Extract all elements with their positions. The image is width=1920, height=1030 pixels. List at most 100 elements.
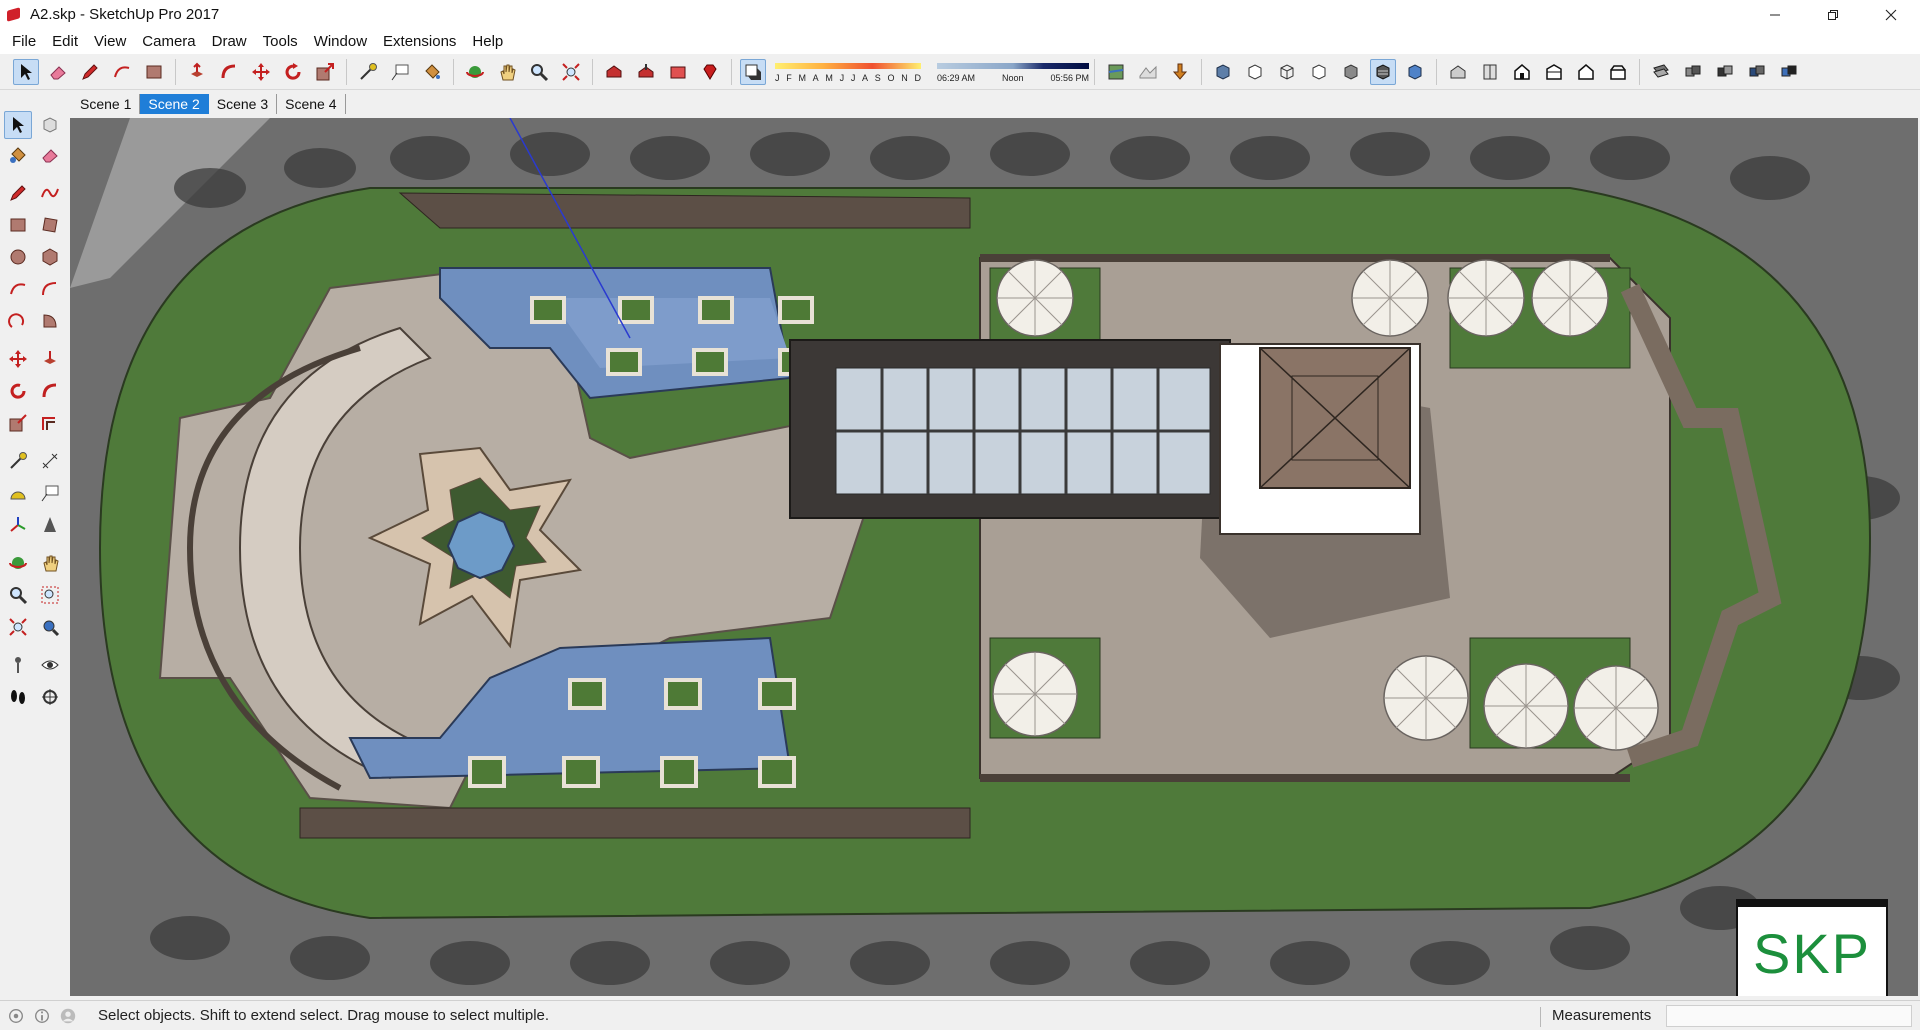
left-offset-button[interactable] (36, 409, 64, 437)
section-plane-button[interactable] (1648, 59, 1674, 85)
view-iso-button[interactable] (1445, 59, 1471, 85)
scene-tab-4[interactable]: Scene 4 (277, 94, 346, 114)
left-eraser-button[interactable] (36, 141, 64, 169)
measurements-input[interactable] (1666, 1005, 1912, 1027)
left-circle-button[interactable] (4, 243, 32, 271)
left-zoom-extents-button[interactable] (4, 613, 32, 641)
line-tool-button[interactable] (77, 59, 103, 85)
menu-edit[interactable]: Edit (44, 29, 86, 54)
left-rotated-rectangle-button[interactable] (36, 211, 64, 239)
style-wireframe-button[interactable] (1274, 59, 1300, 85)
left-select-button[interactable] (4, 111, 32, 139)
left-walk-button[interactable] (4, 683, 32, 711)
menu-draw[interactable]: Draw (204, 29, 255, 54)
menu-tools[interactable]: Tools (255, 29, 306, 54)
view-front-button[interactable] (1509, 59, 1535, 85)
left-rotate-button[interactable] (4, 377, 32, 405)
left-scale-button[interactable] (4, 409, 32, 437)
style-hidden-line-button[interactable] (1306, 59, 1332, 85)
extension-warehouse-button[interactable] (665, 59, 691, 85)
solid-intersect-button[interactable] (1712, 59, 1738, 85)
style-shaded-button[interactable] (1338, 59, 1364, 85)
scene-tab-3[interactable]: Scene 3 (209, 94, 278, 114)
add-location-button[interactable] (1103, 59, 1129, 85)
minimize-button[interactable] (1746, 0, 1804, 29)
left-previous-view-button[interactable] (36, 613, 64, 641)
left-position-camera-button[interactable] (4, 651, 32, 679)
orbit-tool-button[interactable] (462, 59, 488, 85)
left-dimension-button[interactable] (36, 447, 64, 475)
solid-union-button[interactable] (1680, 59, 1706, 85)
move-tool-button[interactable] (248, 59, 274, 85)
menu-extensions[interactable]: Extensions (375, 29, 464, 54)
zoom-tool-button[interactable] (526, 59, 552, 85)
style-shaded-textures-button[interactable] (1370, 58, 1396, 85)
left-freehand-button[interactable] (36, 179, 64, 207)
menu-view[interactable]: View (86, 29, 134, 54)
paint-bucket-button[interactable] (419, 59, 445, 85)
zoom-extents-button[interactable] (558, 59, 584, 85)
geo-location-icon[interactable] (6, 1006, 26, 1026)
menu-file[interactable]: File (4, 29, 44, 54)
left-orbit-button[interactable] (4, 549, 32, 577)
tape-measure-button[interactable] (355, 59, 381, 85)
user-account-icon[interactable] (58, 1006, 78, 1026)
menu-camera[interactable]: Camera (134, 29, 203, 54)
eraser-tool-button[interactable] (45, 59, 71, 85)
view-top-button[interactable] (1477, 59, 1503, 85)
left-zoom-button[interactable] (4, 581, 32, 609)
scene-tab-1[interactable]: Scene 1 (72, 94, 141, 114)
arc-tool-button[interactable] (109, 59, 135, 85)
left-2point-arc-button[interactable] (36, 275, 64, 303)
left-line-button[interactable] (4, 179, 32, 207)
restore-button[interactable] (1804, 0, 1862, 29)
left-pan-button[interactable] (36, 549, 64, 577)
left-paint-bucket-button[interactable] (4, 141, 32, 169)
rotate-tool-button[interactable] (280, 59, 306, 85)
left-polygon-button[interactable] (36, 243, 64, 271)
left-text-button[interactable] (36, 479, 64, 507)
left-3point-arc-button[interactable] (4, 307, 32, 335)
left-push-pull-button[interactable] (36, 345, 64, 373)
left-tape-measure-button[interactable] (4, 447, 32, 475)
scale-tool-button[interactable] (312, 59, 338, 85)
pan-tool-button[interactable] (494, 59, 520, 85)
follow-me-tool-button[interactable] (216, 59, 242, 85)
left-3d-text-button[interactable] (36, 511, 64, 539)
solid-trim-button[interactable] (1776, 59, 1802, 85)
left-rectangle-button[interactable] (4, 211, 32, 239)
close-button[interactable] (1862, 0, 1920, 29)
select-tool-button[interactable] (13, 58, 39, 85)
style-back-edges-button[interactable] (1242, 59, 1268, 85)
left-look-around-button[interactable] (36, 651, 64, 679)
left-zoom-window-button[interactable] (36, 581, 64, 609)
style-monochrome-button[interactable] (1402, 59, 1428, 85)
shadow-time-slider[interactable]: 06:29 AM Noon 05:56 PM (937, 59, 1089, 85)
shadows-toggle-button[interactable] (740, 58, 766, 85)
left-pie-button[interactable] (36, 307, 64, 335)
3d-warehouse-button[interactable] (601, 59, 627, 85)
scene-tab-2[interactable]: Scene 2 (140, 94, 209, 114)
left-move-button[interactable] (4, 345, 32, 373)
shadow-date-slider[interactable]: J F M A M J J A S O N D (773, 59, 923, 85)
view-right-button[interactable] (1541, 59, 1567, 85)
text-tool-button[interactable] (387, 59, 413, 85)
share-model-button[interactable] (633, 59, 659, 85)
view-back-button[interactable] (1573, 59, 1599, 85)
left-section-plane-button[interactable] (36, 683, 64, 711)
left-axes-button[interactable] (4, 511, 32, 539)
left-protractor-button[interactable] (4, 479, 32, 507)
ruby-console-button[interactable] (697, 59, 723, 85)
style-xray-button[interactable] (1210, 59, 1236, 85)
model-viewport[interactable]: SKP (70, 118, 1918, 996)
left-follow-me-button[interactable] (36, 377, 64, 405)
left-make-component-button[interactable] (36, 111, 64, 139)
push-pull-tool-button[interactable] (184, 59, 210, 85)
solid-subtract-button[interactable] (1744, 59, 1770, 85)
menu-help[interactable]: Help (464, 29, 511, 54)
menu-window[interactable]: Window (306, 29, 375, 54)
credits-info-icon[interactable] (32, 1006, 52, 1026)
toggle-terrain-button[interactable] (1135, 59, 1161, 85)
left-arc-button[interactable] (4, 275, 32, 303)
rectangle-tool-button[interactable] (141, 59, 167, 85)
